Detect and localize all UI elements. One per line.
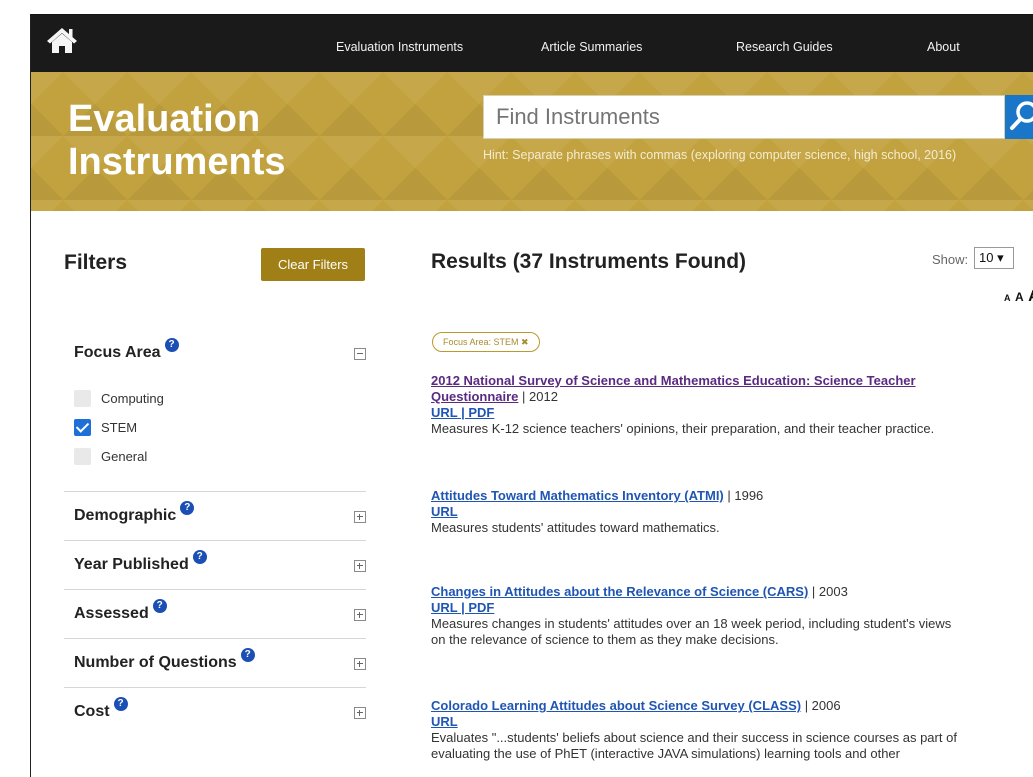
result-title-link[interactable]: Attitudes Toward Mathematics Inventory (…	[431, 488, 724, 503]
result-year: | 2006	[801, 698, 841, 713]
filter-option-label: STEM	[101, 420, 138, 435]
font-size-large[interactable]: A	[1028, 288, 1033, 305]
question-icon[interactable]: ?	[113, 697, 128, 711]
show-label: Show:	[932, 252, 969, 267]
results-title: Results (37 Instruments Found)	[431, 250, 747, 273]
filter-option-label: Computing	[101, 391, 164, 406]
result-year: | 2003	[808, 584, 848, 599]
checkbox-check-icon[interactable]	[74, 419, 91, 436]
filter-group-header[interactable]: Focus Area?	[74, 338, 179, 362]
filters-sidebar: Filters Clear Filters Focus Area? Comput…	[31, 211, 376, 777]
nav-link-evaluation-instruments[interactable]: Evaluation Instruments	[336, 40, 463, 54]
page-title: Evaluation Instruments	[68, 98, 286, 183]
filter-group-title: Assessed	[74, 605, 149, 622]
result-description: Measures K-12 science teachers' opinions…	[431, 421, 935, 436]
filter-group-title: Number of Questions	[74, 654, 237, 671]
top-navbar: Evaluation Instruments Article Summaries…	[31, 15, 1033, 72]
result-title-link[interactable]: Changes in Attitudes about the Relevance…	[431, 584, 808, 599]
result-links[interactable]: URL | PDF	[431, 600, 494, 615]
filter-group-assessed: Assessed?	[64, 599, 366, 627]
active-filter-tag[interactable]: Focus Area: STEM ✖	[432, 332, 540, 352]
filter-group-focus-area: Focus Area? Computing STEM General	[64, 338, 366, 465]
question-icon[interactable]: ?	[240, 648, 255, 662]
search-icon	[1010, 101, 1033, 130]
filter-group-header[interactable]: Number of Questions?	[74, 648, 255, 672]
filters-title: Filters	[64, 251, 128, 274]
question-icon[interactable]: ?	[180, 501, 195, 515]
font-size-small[interactable]: A	[1004, 293, 1011, 303]
result-links[interactable]: URL	[431, 714, 458, 729]
expand-icon[interactable]	[354, 560, 366, 572]
clear-filters-button[interactable]: Clear Filters	[261, 248, 365, 281]
font-size-controls: A A A	[1004, 288, 1033, 306]
result-year: | 1996	[723, 488, 764, 503]
result-links[interactable]: URL	[431, 504, 458, 519]
question-icon[interactable]: ?	[192, 550, 207, 564]
expand-icon[interactable]	[354, 707, 366, 719]
nav-link-about[interactable]: About	[927, 40, 960, 54]
result-item: Changes in Attitudes about the Relevance…	[431, 584, 1016, 648]
result-item: 2012 National Survey of Science and Math…	[431, 373, 1016, 437]
result-description: Evaluates "...students' beliefs about sc…	[431, 730, 957, 761]
filter-group-title: Cost	[74, 703, 110, 720]
checkbox[interactable]	[74, 448, 91, 465]
collapse-icon[interactable]	[354, 348, 366, 360]
filter-group-header[interactable]: Cost?	[74, 697, 128, 721]
search-box	[483, 95, 1005, 139]
nav-link-article-summaries[interactable]: Article Summaries	[541, 40, 642, 54]
expand-icon[interactable]	[354, 511, 366, 523]
nav-link-research-guides[interactable]: Research Guides	[736, 40, 833, 54]
filter-group-number-of-questions: Number of Questions?	[64, 648, 366, 676]
filter-group-title: Focus Area	[74, 344, 161, 361]
result-description: Measures students' attitudes toward math…	[431, 520, 720, 535]
hero-banner: Evaluation Instruments Hint: Separate ph…	[31, 72, 1033, 211]
search-button[interactable]	[1005, 95, 1033, 139]
filter-group-year-published: Year Published?	[64, 550, 366, 578]
filter-option-label: General	[101, 449, 148, 464]
filter-group-cost: Cost?	[64, 697, 366, 725]
search-hint: Hint: Separate phrases with commas (expl…	[483, 148, 957, 162]
result-description: Measures changes in students' attitudes …	[431, 616, 952, 647]
filter-group-title: Year Published	[74, 556, 189, 573]
result-title-link[interactable]: 2012 National Survey of Science and Math…	[431, 373, 916, 404]
divider	[64, 540, 366, 541]
question-icon[interactable]: ?	[164, 338, 179, 352]
result-item: Attitudes Toward Mathematics Inventory (…	[431, 488, 1016, 536]
divider	[64, 687, 366, 688]
expand-icon[interactable]	[354, 609, 366, 621]
result-links[interactable]: URL | PDF	[431, 405, 494, 420]
filter-group-header[interactable]: Year Published?	[74, 550, 207, 574]
expand-icon[interactable]	[354, 658, 366, 670]
filter-group-title: Demographic	[74, 507, 177, 524]
font-size-medium[interactable]: A	[1015, 290, 1024, 304]
result-year: | 2012	[518, 389, 558, 404]
result-title-link[interactable]: Colorado Learning Attitudes about Scienc…	[431, 698, 801, 713]
show-count-select[interactable]: 10 ▾	[974, 247, 1014, 269]
question-icon[interactable]: ?	[152, 599, 167, 613]
checkbox[interactable]	[74, 390, 91, 407]
search-input[interactable]	[484, 96, 1004, 138]
result-item: Colorado Learning Attitudes about Scienc…	[431, 698, 1016, 762]
divider	[64, 589, 366, 590]
nav-links: Evaluation Instruments Article Summaries…	[31, 15, 1033, 72]
filter-group-demographic: Demographic?	[64, 501, 366, 529]
filter-group-header[interactable]: Assessed?	[74, 599, 167, 623]
divider	[64, 491, 366, 492]
filter-group-header[interactable]: Demographic?	[74, 501, 195, 525]
divider	[64, 638, 366, 639]
